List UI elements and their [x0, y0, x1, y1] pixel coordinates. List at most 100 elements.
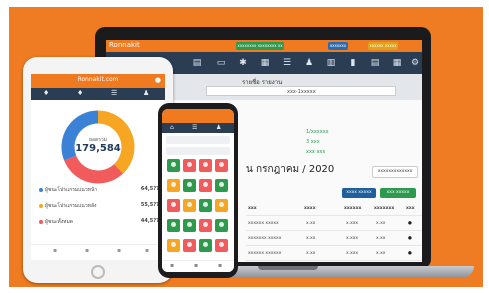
- phone-home-icon[interactable]: ⌂: [170, 124, 174, 131]
- table-cell: x.xxx: [346, 236, 359, 241]
- row-action-icon[interactable]: ●: [408, 236, 412, 241]
- legend-label: ผู้ชนะโปรแกรมแนวหลัง: [45, 203, 97, 209]
- table-cell: x.xx: [306, 251, 316, 256]
- table-header-row: xxx xxxx xxxxxx xxxxxxx xxx: [246, 203, 422, 216]
- footer-home-icon[interactable]: ▪: [53, 247, 57, 254]
- table-header-cell: xxx: [248, 206, 257, 211]
- member-tile[interactable]: [183, 199, 196, 212]
- status-line-2: 3 xxx: [306, 139, 320, 145]
- member-tile[interactable]: [199, 219, 212, 232]
- table-cell: x.xx: [376, 251, 386, 256]
- bell-icon[interactable]: ●: [155, 76, 161, 84]
- laptop-top-bar: Ronnakit xxxxxxxx xxxxxxxx xx xxxxxxx xx…: [106, 40, 422, 52]
- table-cell: x.xx: [306, 221, 316, 226]
- member-tile[interactable]: [167, 179, 180, 192]
- legend-value: 44,5??: [140, 218, 159, 224]
- member-tile[interactable]: [199, 159, 212, 172]
- menu-bars-icon[interactable]: ▤: [368, 56, 382, 70]
- footer-doc-icon[interactable]: ▪: [117, 247, 121, 254]
- brand-logo: Ronnakit: [109, 41, 140, 49]
- menu-doc-icon[interactable]: ▤: [190, 56, 204, 70]
- menu-list-icon[interactable]: ☰: [280, 56, 294, 70]
- save-button[interactable]: xxx xxxxx: [380, 188, 416, 198]
- legend-item: ผู้ชนะโปรแกรมแนวหลัง 55,5??: [39, 202, 159, 210]
- member-tile[interactable]: [215, 219, 228, 232]
- status-line-1: 1/xxxxxx: [306, 129, 329, 135]
- table-header-cell: xxxx: [304, 206, 316, 211]
- promo-stage: Ronnakit xxxxxxxx xxxxxxxx xx xxxxxxx xx…: [0, 0, 489, 293]
- member-tile[interactable]: [167, 159, 180, 172]
- laptop-notch: [258, 266, 318, 270]
- member-tile[interactable]: [215, 239, 228, 252]
- tablet-title: Ronnakit.com: [77, 76, 119, 83]
- menu-card-icon[interactable]: ▭: [214, 56, 228, 70]
- table-cell: x.xx: [376, 221, 386, 226]
- table-cell: xxxxxxx xxxxx: [248, 236, 282, 241]
- menu-table-icon[interactable]: ▦: [390, 56, 404, 70]
- menu-chart-icon[interactable]: ▥: [324, 56, 338, 70]
- table-cell: x.xxx: [346, 221, 359, 226]
- member-tile[interactable]: [215, 179, 228, 192]
- tablet-home-button[interactable]: [91, 265, 105, 279]
- status-pill-2[interactable]: xxxxxxx: [328, 42, 348, 50]
- legend-value: 55,5??: [140, 202, 159, 208]
- legend-label: ผู้ชนะโปรแกรมแนวหน้า: [45, 187, 98, 193]
- row-action-icon[interactable]: ●: [408, 251, 412, 256]
- tablet-footer-nav: ▪ ▪ ▪ ▪: [31, 244, 165, 260]
- member-tile[interactable]: [167, 239, 180, 252]
- phone-header: [162, 109, 234, 123]
- menu-leaf-icon[interactable]: ✱: [236, 56, 250, 70]
- tablet-screen: Ronnakit.com ● ♦ ♦ ☰ ♟ ยอดรวม 179,584 ผู…: [31, 74, 165, 260]
- member-tile[interactable]: [167, 199, 180, 212]
- status-pill-1[interactable]: xxxxxxxx xxxxxxxx xx: [236, 42, 284, 50]
- member-tile[interactable]: [199, 239, 212, 252]
- phone-filter-bar[interactable]: [166, 136, 230, 144]
- footer-report-icon[interactable]: ▪: [85, 247, 89, 254]
- table-cell: xxxxxx xxxxxx: [248, 251, 282, 256]
- nav-list-icon[interactable]: ☰: [111, 89, 117, 97]
- menu-building-icon[interactable]: ▮: [346, 56, 360, 70]
- table-row[interactable]: xxxxxx xxxxx x.xx x.xxx x.xx ●: [246, 218, 422, 231]
- legend-dot-icon: [39, 187, 43, 192]
- nav-pin-icon[interactable]: ♦: [77, 89, 83, 97]
- status-pill-3[interactable]: xxxxxx xxxxx: [368, 42, 398, 50]
- legend-label: ผู้ชนะทั้งหมด: [45, 219, 74, 225]
- nav-drop-icon[interactable]: ♦: [43, 89, 49, 97]
- nav-user-icon[interactable]: ♟: [143, 89, 149, 97]
- phone-footer-report-icon[interactable]: ▪: [194, 262, 198, 269]
- phone-footer-home-icon[interactable]: ▪: [170, 262, 174, 269]
- table-row[interactable]: xxxxxx xxxxxx x.xx x.xxx x.xx ●: [246, 248, 422, 261]
- member-tile[interactable]: [183, 179, 196, 192]
- member-tile[interactable]: [215, 159, 228, 172]
- member-tile[interactable]: [215, 199, 228, 212]
- row-action-icon[interactable]: ●: [408, 221, 412, 226]
- table-header-cell: xxx: [406, 206, 415, 211]
- menu-users-icon[interactable]: ♟: [302, 56, 316, 70]
- member-tile[interactable]: [183, 159, 196, 172]
- table-cell: x.xx: [306, 236, 316, 241]
- donut-total-value: 179,584: [75, 143, 121, 154]
- status-line-3: xxx xxx: [306, 149, 326, 155]
- member-tile[interactable]: [183, 239, 196, 252]
- member-tile[interactable]: [199, 199, 212, 212]
- phone-user-icon[interactable]: ♟: [216, 124, 221, 131]
- phone-filter-bar[interactable]: [166, 147, 230, 155]
- legend-item: ผู้ชนะโปรแกรมแนวหน้า 64,5??: [39, 186, 159, 194]
- footer-more-icon[interactable]: ▪: [145, 247, 149, 254]
- export-button[interactable]: xxxx xxxxx: [342, 188, 376, 198]
- table-row[interactable]: xxxxxxx xxxxx x.xx x.xxx x.xx ●: [246, 233, 422, 246]
- tablet-nav: ♦ ♦ ☰ ♟: [31, 88, 165, 100]
- add-record-button[interactable]: xxxxxxxxxxxxx: [372, 166, 418, 178]
- phone-list-icon[interactable]: ☰: [192, 124, 197, 131]
- phone-footer-more-icon[interactable]: ▪: [218, 262, 222, 269]
- menu-grid-icon[interactable]: ▦: [258, 56, 272, 70]
- member-tile[interactable]: [167, 219, 180, 232]
- phone-footer-nav: ▪ ▪ ▪: [162, 260, 234, 272]
- table-cell: x.xxx: [346, 251, 359, 256]
- report-select[interactable]: xxx-1xxxxx: [206, 86, 396, 96]
- donut-slice-2: [64, 155, 123, 184]
- menu-settings-icon[interactable]: ⚙: [408, 56, 422, 70]
- member-tile[interactable]: [199, 179, 212, 192]
- member-tile[interactable]: [183, 219, 196, 232]
- phone-nav: ⌂ ☰ ♟: [162, 123, 234, 133]
